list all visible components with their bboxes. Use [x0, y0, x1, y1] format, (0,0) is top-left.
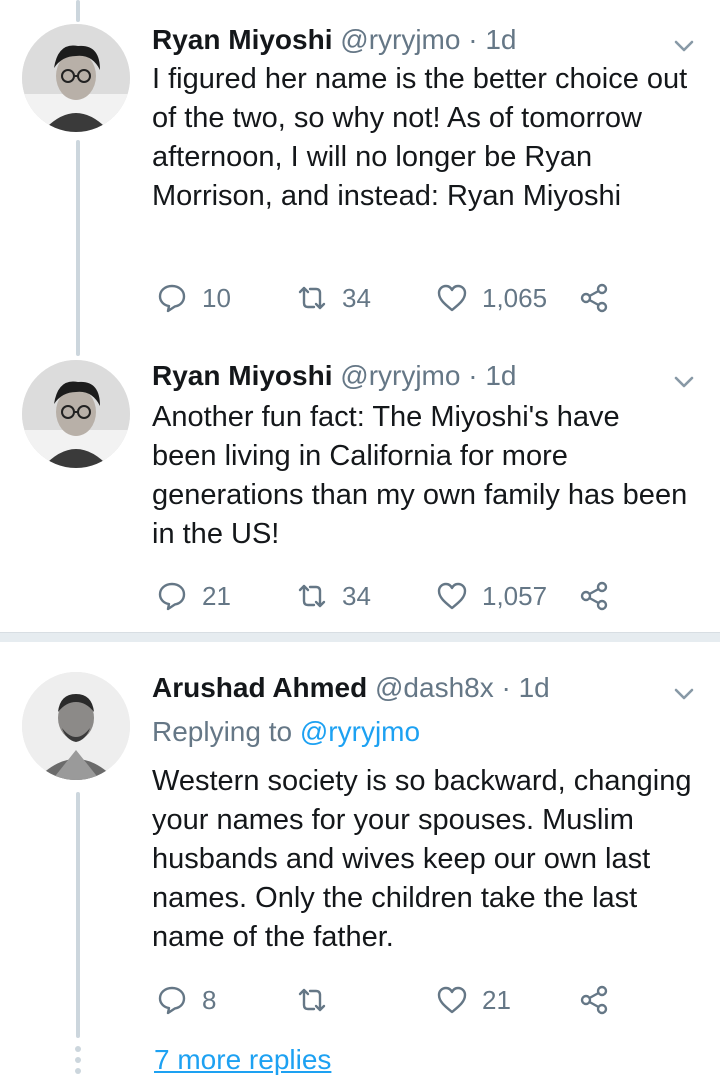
chevron-down-icon[interactable] — [668, 30, 700, 62]
retweet-icon — [298, 584, 326, 608]
reply-icon — [158, 284, 186, 313]
username[interactable]: @dash8x — [375, 672, 494, 703]
avatar[interactable] — [22, 672, 130, 780]
tweet-text: I figured her name is the better choice … — [152, 63, 688, 212]
replying-to: Replying to @ryryjmo — [152, 714, 420, 750]
like-count: 1,057 — [482, 580, 548, 611]
like-button[interactable]: 1,057 — [436, 576, 547, 616]
tweet[interactable]: Ryan Miyoshi @ryryjmo · 1d I figured her… — [0, 20, 720, 330]
tweet-text: Another fun fact: The Miyoshi's have bee… — [152, 401, 688, 550]
username[interactable]: @ryryjmo — [340, 24, 460, 55]
retweet-count: 34 — [342, 282, 371, 313]
reply-count: 8 — [202, 984, 217, 1015]
reply-count: 21 — [202, 580, 231, 611]
replying-to-label: Replying to — [152, 716, 293, 747]
tweet-actions: 8 21 — [152, 980, 622, 1020]
like-count: 21 — [482, 984, 511, 1015]
like-button[interactable]: 21 — [436, 980, 511, 1020]
reply-button[interactable]: 8 — [156, 980, 216, 1020]
tweet-text: Western society is so backward, changing… — [152, 765, 692, 953]
timestamp[interactable]: 1d — [519, 672, 550, 703]
reply-count: 10 — [202, 282, 231, 313]
like-button[interactable]: 1,065 — [436, 278, 547, 318]
section-divider — [0, 632, 720, 642]
chevron-down-icon[interactable] — [668, 366, 700, 398]
tweet-actions: 21 34 1,057 — [152, 576, 622, 616]
retweet-icon — [298, 286, 326, 310]
avatar[interactable] — [22, 360, 130, 468]
retweet-icon — [298, 988, 326, 1012]
like-icon — [437, 986, 467, 1014]
separator-dot: · — [468, 360, 478, 391]
display-name[interactable]: Ryan Miyoshi — [152, 24, 332, 55]
tweet-header: Ryan Miyoshi @ryryjmo · 1d — [152, 22, 517, 58]
retweet-button[interactable] — [296, 980, 342, 1020]
like-count: 1,065 — [482, 282, 548, 313]
display-name[interactable]: Arushad Ahmed — [152, 672, 367, 703]
share-button[interactable] — [578, 980, 610, 1020]
display-name[interactable]: Ryan Miyoshi — [152, 360, 332, 391]
share-button[interactable] — [578, 278, 610, 318]
share-icon — [580, 283, 608, 313]
tweet[interactable]: Arushad Ahmed @dash8x · 1d Replying to @… — [0, 668, 720, 1038]
more-replies-link[interactable]: 7 more replies — [154, 1040, 331, 1080]
share-icon — [580, 985, 608, 1015]
more-replies-dots — [74, 1046, 82, 1079]
share-icon — [580, 581, 608, 611]
tweet-header: Ryan Miyoshi @ryryjmo · 1d — [152, 358, 517, 394]
retweet-button[interactable]: 34 — [296, 576, 371, 616]
separator-dot: · — [501, 672, 511, 703]
reply-icon — [158, 986, 186, 1015]
username[interactable]: @ryryjmo — [340, 360, 460, 391]
timestamp[interactable]: 1d — [485, 360, 516, 391]
like-icon — [437, 582, 467, 610]
replying-to-mention[interactable]: @ryryjmo — [300, 716, 420, 747]
reply-button[interactable]: 10 — [156, 278, 231, 318]
reply-icon — [158, 582, 186, 611]
tweet-actions: 10 34 1,065 — [152, 278, 622, 318]
tweet[interactable]: Ryan Miyoshi @ryryjmo · 1d Another fun f… — [0, 356, 720, 626]
avatar[interactable] — [22, 24, 130, 132]
separator-dot: · — [468, 24, 478, 55]
retweet-button[interactable]: 34 — [296, 278, 371, 318]
tweet-header: Arushad Ahmed @dash8x · 1d — [152, 670, 550, 706]
share-button[interactable] — [578, 576, 610, 616]
like-icon — [437, 284, 467, 312]
retweet-count: 34 — [342, 580, 371, 611]
thread-line — [76, 0, 80, 22]
chevron-down-icon[interactable] — [668, 678, 700, 710]
reply-button[interactable]: 21 — [156, 576, 231, 616]
timestamp[interactable]: 1d — [485, 24, 516, 55]
